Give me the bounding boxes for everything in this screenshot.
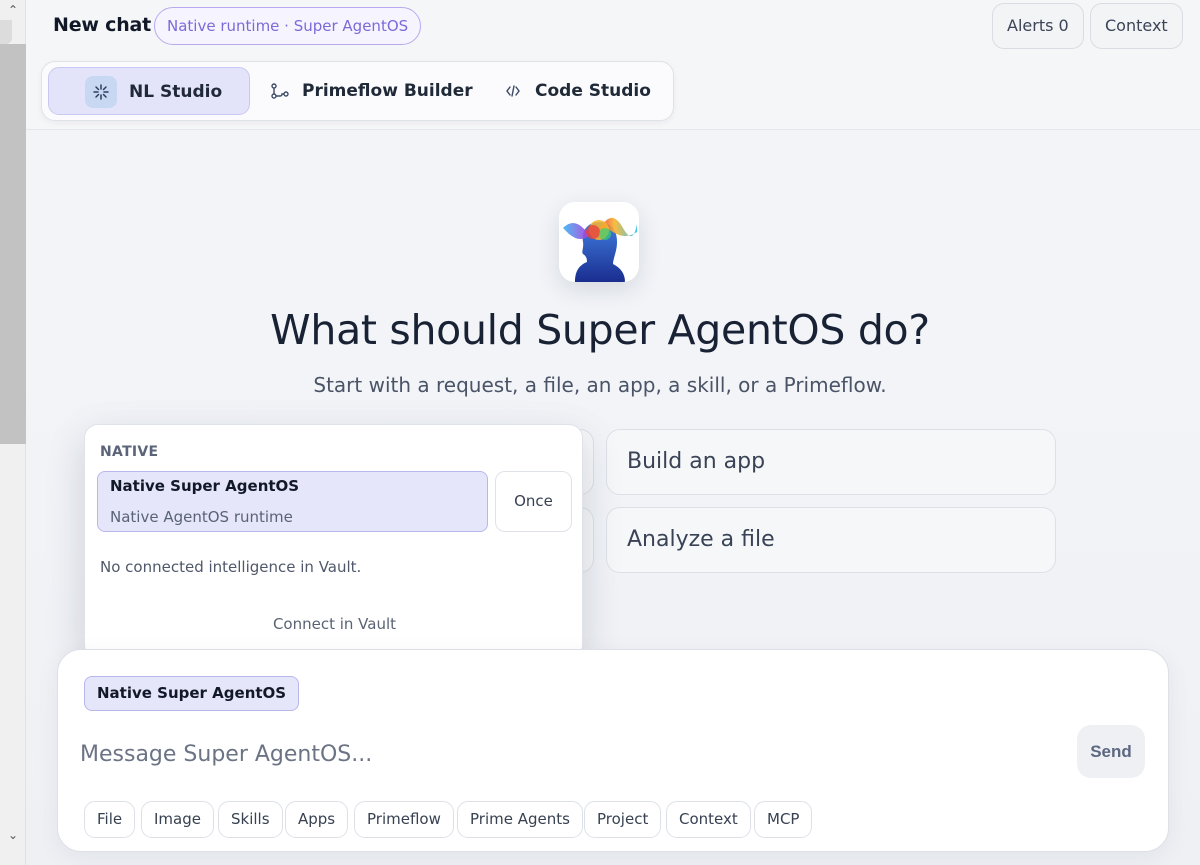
code-brackets-icon: [497, 75, 529, 107]
chip-file[interactable]: File: [84, 801, 136, 838]
empty-vault-message: No connected intelligence in Vault.: [100, 558, 362, 576]
scroll-up-arrow-icon[interactable]: ⌃: [0, 0, 26, 20]
app-main: New chat Native runtime · Super AgentOS …: [26, 0, 1200, 865]
hero-subtitle: Start with a request, a file, an app, a …: [313, 373, 887, 397]
page-title: New chat: [53, 14, 152, 36]
flow-nodes-icon: [264, 75, 296, 107]
suggestion-build-app[interactable]: Build an app: [606, 429, 1056, 495]
chip-mcp[interactable]: MCP: [754, 801, 813, 838]
chip-prime-agents[interactable]: Prime Agents: [457, 801, 583, 838]
chip-skills[interactable]: Skills: [218, 801, 283, 838]
agentos-logo: [559, 202, 639, 282]
scroll-down-arrow-icon[interactable]: ⌄: [0, 825, 26, 845]
tab-nl-studio[interactable]: NL Studio: [48, 67, 250, 115]
sparkle-icon: [85, 76, 117, 108]
send-button[interactable]: Send: [1077, 725, 1145, 778]
message-composer: Native Super AgentOS Send File Image Ski…: [57, 649, 1169, 852]
option-name: Native Super AgentOS: [110, 477, 300, 495]
tab-primeflow-builder[interactable]: Primeflow Builder: [264, 67, 474, 115]
mode-tabs: NL Studio Primeflow Builder Code Studio: [41, 61, 674, 121]
tab-label: Code Studio: [535, 81, 651, 101]
scrollbar-thumb[interactable]: [0, 44, 26, 444]
suggestion-analyze-file[interactable]: Analyze a file: [606, 507, 1056, 573]
alerts-button[interactable]: Alerts 0: [992, 3, 1084, 49]
section-heading: NATIVE: [100, 444, 159, 460]
connect-vault-link[interactable]: Connect in Vault: [85, 615, 584, 633]
page-scrollbar[interactable]: ⌃ ⌄: [0, 0, 26, 865]
tab-label: Primeflow Builder: [302, 81, 473, 101]
once-button[interactable]: Once: [495, 471, 572, 532]
chip-context[interactable]: Context: [666, 801, 751, 838]
chip-image[interactable]: Image: [141, 801, 214, 838]
intelligence-picker-popup: NATIVE Native Super AgentOS Native Agent…: [84, 424, 583, 659]
runtime-badge[interactable]: Native runtime · Super AgentOS: [154, 7, 422, 45]
option-description: Native AgentOS runtime: [110, 508, 293, 526]
chip-primeflow[interactable]: Primeflow: [354, 801, 454, 838]
tab-code-studio[interactable]: Code Studio: [497, 67, 667, 115]
context-button[interactable]: Context: [1090, 3, 1183, 49]
message-input[interactable]: [80, 734, 1040, 774]
tab-label: NL Studio: [129, 82, 223, 102]
scrollbar-track-top: [0, 20, 12, 44]
chip-project[interactable]: Project: [584, 801, 662, 838]
selected-agent-chip[interactable]: Native Super AgentOS: [84, 676, 300, 711]
chat-header: New chat Native runtime · Super AgentOS …: [26, 0, 1200, 130]
hero-title: What should Super AgentOS do?: [270, 306, 930, 354]
native-agentos-option[interactable]: Native Super AgentOS Native AgentOS runt…: [97, 471, 488, 532]
chip-apps[interactable]: Apps: [285, 801, 349, 838]
